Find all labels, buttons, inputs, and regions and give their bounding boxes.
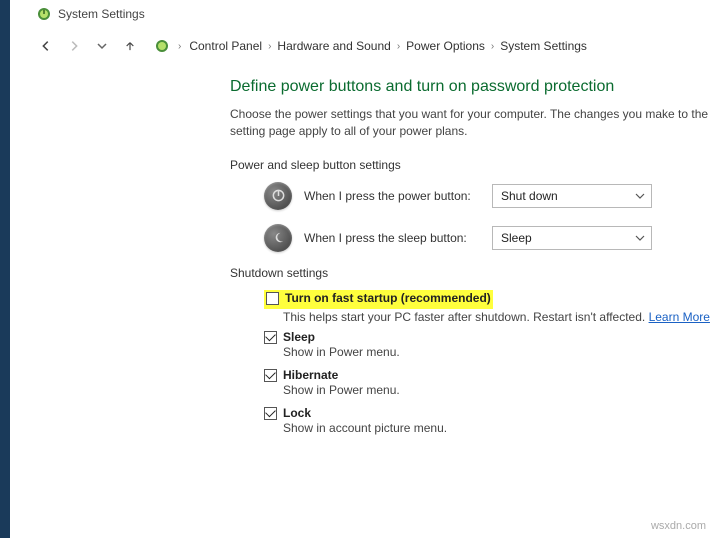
lock-checkbox[interactable] [264, 407, 277, 420]
fast-startup-label: Turn on fast startup (recommended) [285, 291, 491, 305]
hibernate-checkbox[interactable] [264, 369, 277, 382]
power-icon [264, 182, 292, 210]
history-dropdown[interactable] [92, 36, 112, 56]
breadcrumb-sep-icon: › [178, 41, 181, 52]
breadcrumb-item[interactable]: System Settings [500, 39, 587, 53]
location-icon [154, 38, 170, 54]
section-label-buttons: Power and sleep button settings [230, 158, 720, 172]
sleep-label: Sleep [283, 330, 400, 344]
forward-button[interactable] [64, 36, 84, 56]
power-button-row: When I press the power button: Shut down [264, 182, 720, 210]
watermark: wsxdn.com [651, 520, 706, 532]
window-title: System Settings [58, 7, 145, 21]
sleep-button-row: When I press the sleep button: Sleep [264, 224, 720, 252]
highlight-fast-startup: Turn on fast startup (recommended) [264, 290, 493, 309]
main-content: Define power buttons and turn on passwor… [10, 64, 720, 441]
hibernate-description: Show in Power menu. [283, 383, 400, 397]
power-options-icon [36, 6, 52, 22]
breadcrumb-sep-icon: › [397, 41, 400, 52]
breadcrumb: Control Panel › Hardware and Sound › Pow… [189, 39, 587, 53]
breadcrumb-item[interactable]: Control Panel [189, 39, 262, 53]
dropdown-value: Shut down [501, 189, 558, 203]
dropdown-value: Sleep [501, 231, 532, 245]
sleep-checkbox[interactable] [264, 331, 277, 344]
page-title: Define power buttons and turn on passwor… [230, 78, 720, 96]
back-button[interactable] [36, 36, 56, 56]
lock-label: Lock [283, 406, 447, 420]
fast-startup-description: This helps start your PC faster after sh… [283, 310, 645, 324]
breadcrumb-item[interactable]: Power Options [406, 39, 485, 53]
power-button-dropdown[interactable]: Shut down [492, 184, 652, 208]
sleep-button-label: When I press the sleep button: [304, 231, 480, 245]
sleep-icon [264, 224, 292, 252]
up-button[interactable] [120, 36, 140, 56]
learn-more-link[interactable]: Learn More [649, 310, 710, 324]
lock-description: Show in account picture menu. [283, 421, 447, 435]
power-button-label: When I press the power button: [304, 189, 480, 203]
chevron-down-icon [635, 233, 645, 243]
page-description: Choose the power settings that you want … [230, 106, 720, 140]
sleep-description: Show in Power menu. [283, 345, 400, 359]
chevron-down-icon [635, 191, 645, 201]
breadcrumb-sep-icon: › [491, 41, 494, 52]
breadcrumb-sep-icon: › [268, 41, 271, 52]
hibernate-label: Hibernate [283, 368, 400, 382]
breadcrumb-item[interactable]: Hardware and Sound [277, 39, 390, 53]
sleep-button-dropdown[interactable]: Sleep [492, 226, 652, 250]
titlebar: System Settings [10, 0, 720, 32]
navigation-bar: › Control Panel › Hardware and Sound › P… [10, 32, 720, 64]
fast-startup-checkbox[interactable] [266, 292, 279, 305]
section-label-shutdown: Shutdown settings [230, 266, 720, 280]
window-left-edge [0, 0, 10, 538]
